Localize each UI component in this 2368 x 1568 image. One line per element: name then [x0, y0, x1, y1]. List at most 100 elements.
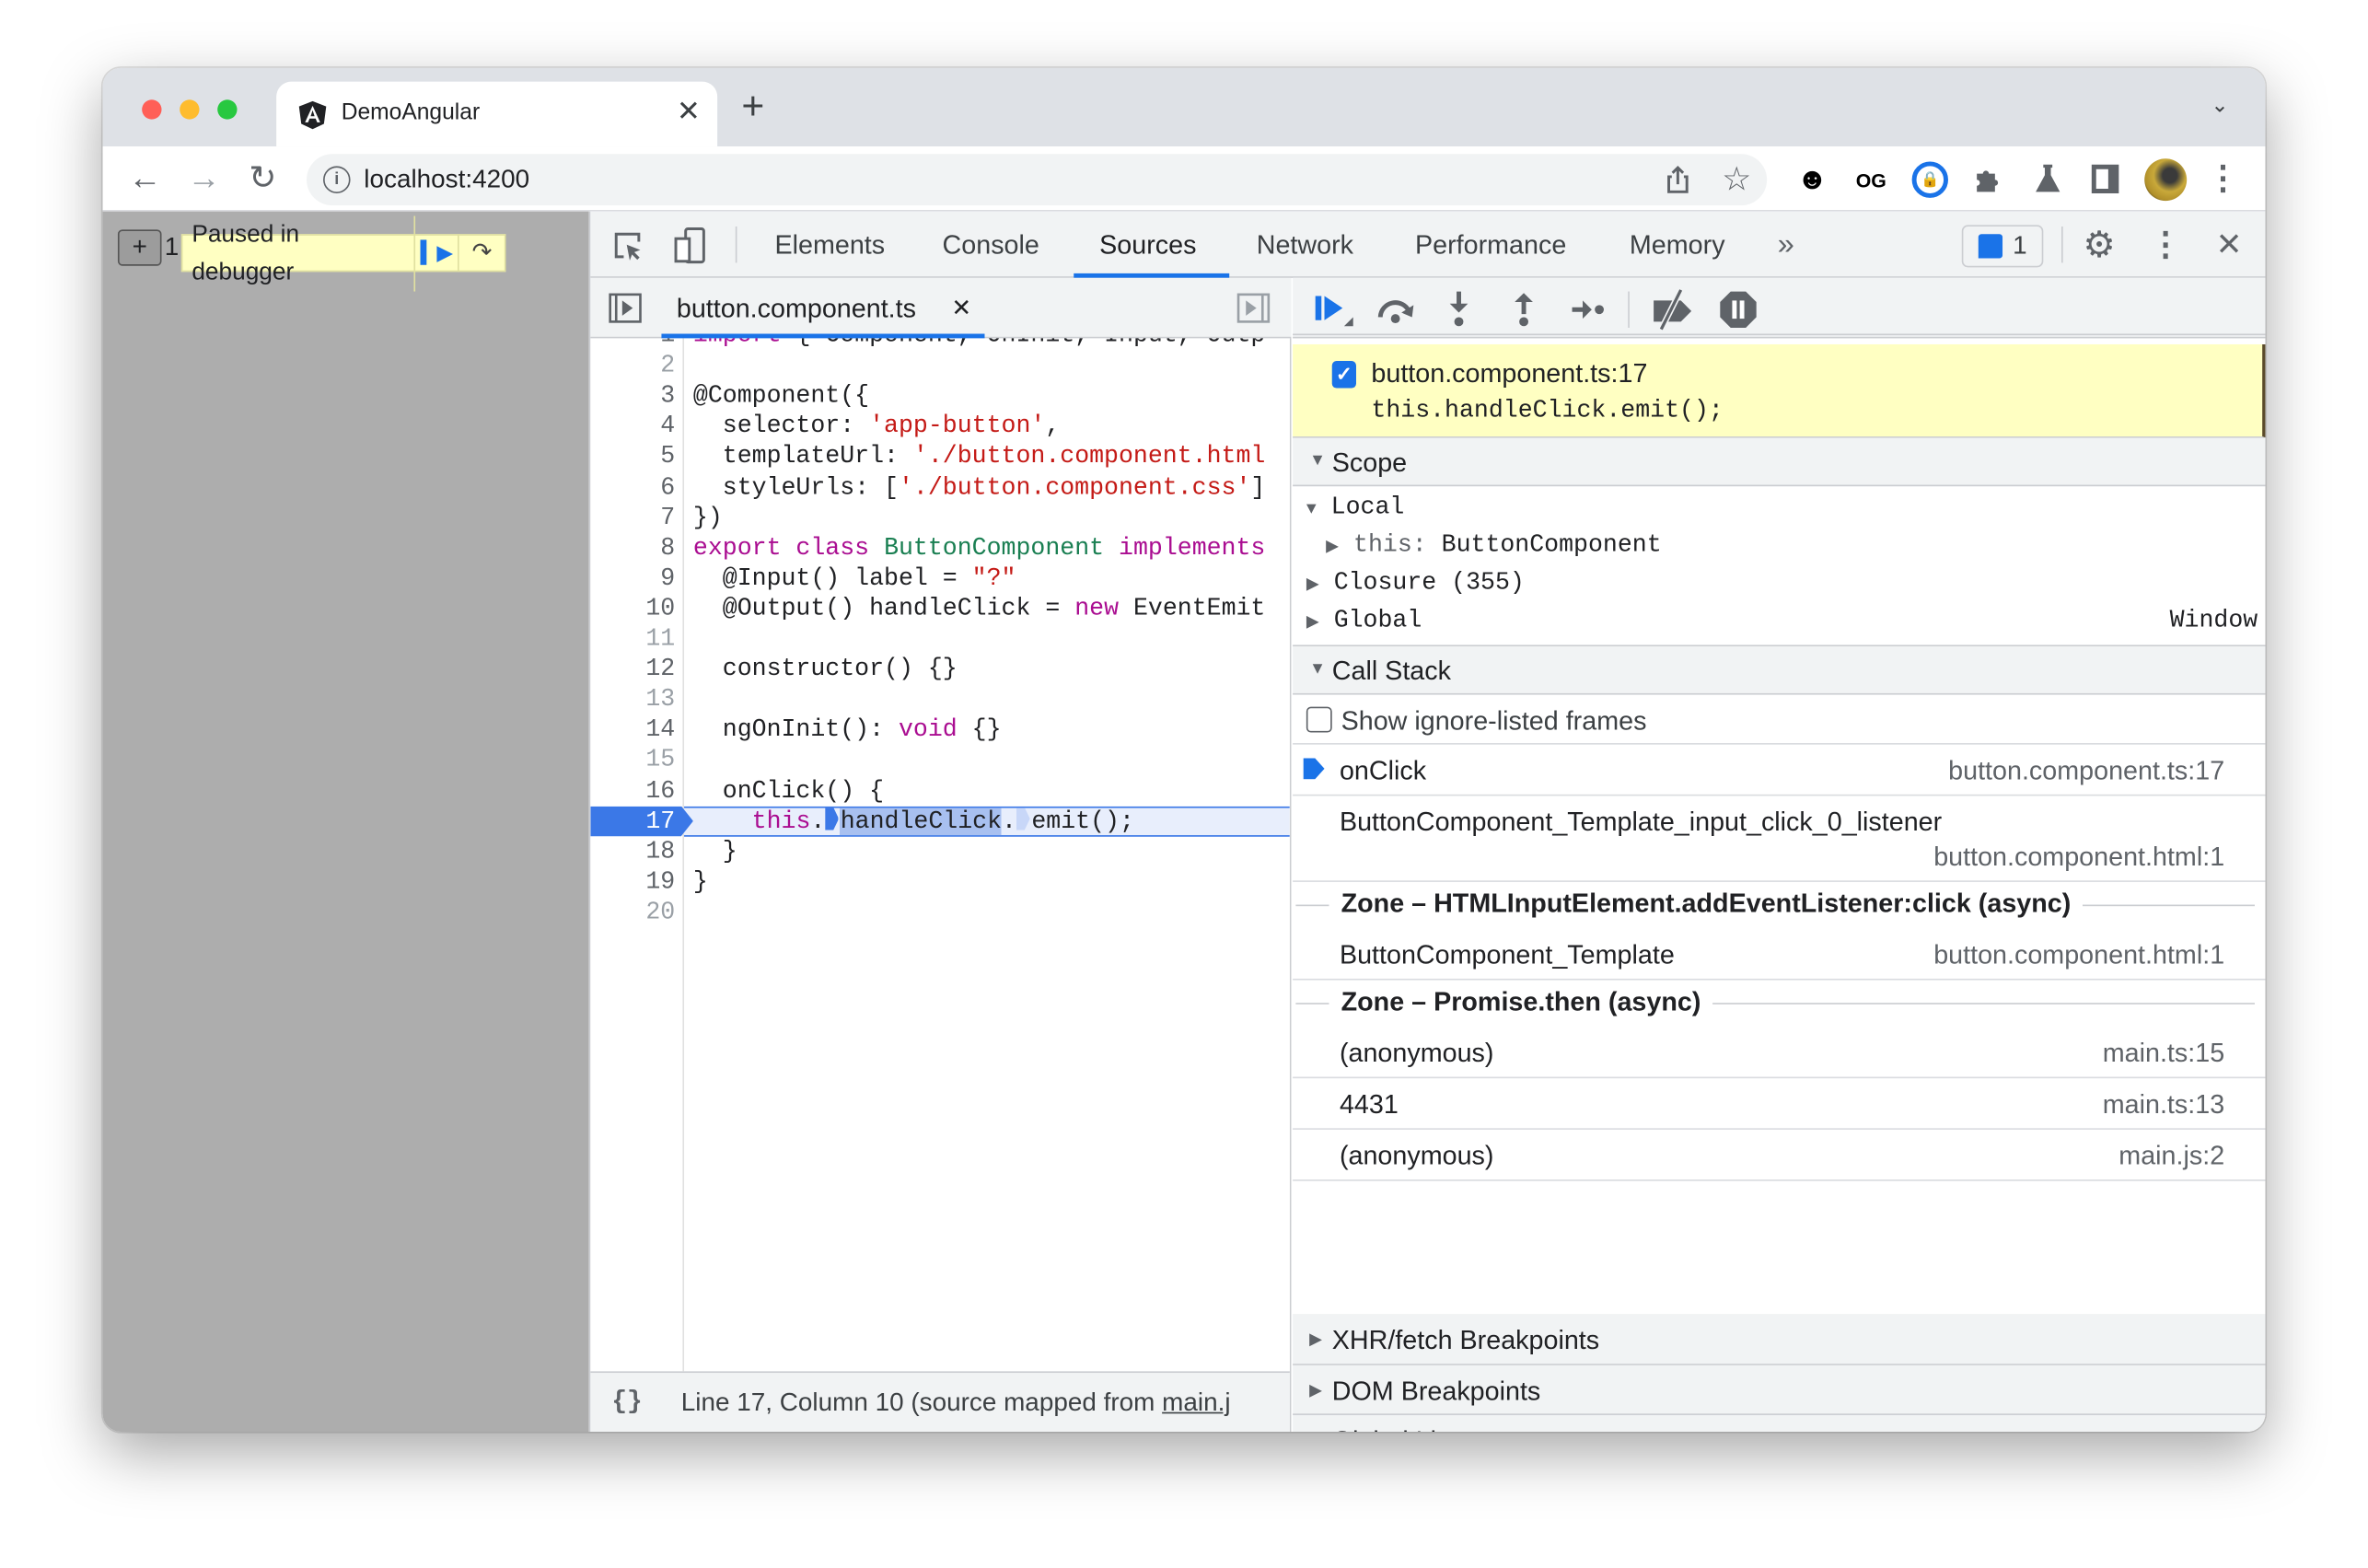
resume-icon[interactable]	[1314, 293, 1356, 329]
close-devtools-icon[interactable]: ✕	[2212, 225, 2246, 264]
inline-breakpoint-icon[interactable]	[825, 807, 840, 830]
minimize-window-button[interactable]	[180, 99, 200, 120]
back-arrow-icon[interactable]: ←	[127, 158, 163, 198]
reload-icon[interactable]: ↻	[245, 158, 281, 198]
share-icon[interactable]	[1665, 165, 1692, 195]
code-line[interactable]: 17 this. handleClick. emit();	[590, 806, 1290, 837]
overlay-resume-icon[interactable]: ▍▶	[415, 234, 460, 273]
code-line[interactable]: 16 onClick() {	[590, 775, 1289, 806]
code-line[interactable]: 5 templateUrl: './button.component.html	[590, 442, 1289, 472]
pretty-print-braces-icon[interactable]: {}	[611, 1373, 642, 1432]
line-number[interactable]: 2	[590, 351, 675, 381]
call-frame[interactable]: (anonymous) main.ts:15	[1293, 1027, 2266, 1079]
scope-section-header[interactable]: ▼ Scope	[1293, 437, 2266, 487]
code-line[interactable]: 14 ngOnInit(): void {}	[590, 714, 1289, 745]
code-line[interactable]: 9 @Input() label = "?"	[590, 563, 1289, 593]
toggle-debugger-sidebar-icon[interactable]	[1236, 293, 1271, 323]
extension-og-icon[interactable]: OG	[1853, 162, 1889, 198]
tab-performance[interactable]: Performance	[1415, 212, 1566, 278]
code-line[interactable]: 12 constructor() {}	[590, 654, 1289, 684]
line-number[interactable]: 14	[590, 714, 675, 745]
url-text[interactable]: localhost:4200	[364, 165, 529, 195]
line-number[interactable]: 10	[590, 593, 675, 623]
profile-avatar[interactable]	[2144, 158, 2188, 202]
step-over-icon[interactable]	[1376, 293, 1418, 326]
step-out-icon[interactable]	[1512, 290, 1536, 330]
code-line[interactable]: 19}	[590, 866, 1289, 897]
new-tab-button[interactable]: +	[741, 86, 764, 125]
extension-password-icon[interactable]: 🔒	[1911, 161, 1948, 198]
tab-sources[interactable]: Sources	[1099, 212, 1196, 278]
line-number[interactable]: 19	[590, 866, 675, 897]
show-ignore-listed-row[interactable]: Show ignore-listed frames	[1293, 695, 2266, 745]
scope-closure[interactable]: ▶ Closure (355)	[1306, 569, 1525, 597]
code-line[interactable]: 10 @Output() handleClick = new EventEmit	[590, 593, 1289, 623]
more-tabs-icon[interactable]: »	[1778, 212, 1794, 278]
maximize-window-button[interactable]	[217, 99, 238, 120]
extension-mask-icon[interactable]: ☻	[1794, 162, 1830, 198]
deactivate-breakpoints-icon[interactable]	[1651, 288, 1696, 331]
frame-location[interactable]: main.js:2	[2118, 1140, 2224, 1171]
line-number[interactable]: 20	[590, 897, 675, 927]
call-frame[interactable]: ButtonComponent_Template button.component…	[1293, 929, 2266, 981]
editor-tab-button-component-ts[interactable]: button.component.ts ✕	[661, 278, 985, 339]
settings-gear-icon[interactable]: ⚙	[2080, 225, 2119, 265]
address-bar[interactable]: i localhost:4200 ☆	[306, 154, 1768, 206]
bookmark-star-icon[interactable]: ☆	[1719, 160, 1755, 198]
collapsed-section-header[interactable]: ▶ DOM Breakpoints	[1293, 1365, 2266, 1416]
labs-flask-icon[interactable]	[2033, 163, 2063, 194]
line-number[interactable]: 1	[590, 338, 675, 350]
inspect-element-icon[interactable]	[611, 229, 644, 262]
frame-location[interactable]: main.ts:15	[2103, 1038, 2224, 1069]
tab-elements[interactable]: Elements	[774, 212, 885, 278]
tab-memory[interactable]: Memory	[1630, 212, 1725, 278]
source-map-link[interactable]: main.j	[1162, 1388, 1230, 1416]
code-line[interactable]: 11	[590, 623, 1289, 654]
call-frame[interactable]: ButtonComponent_Template_input_click_0_l…	[1293, 796, 2266, 882]
code-line[interactable]: 13	[590, 684, 1289, 714]
scope-this[interactable]: ▶ this: ButtonComponent	[1326, 531, 1661, 559]
close-editor-tab-icon[interactable]: ✕	[951, 293, 971, 323]
line-number[interactable]: 8	[590, 533, 675, 563]
code-line[interactable]: 15	[590, 745, 1289, 775]
scope-global[interactable]: ▶ Global	[1306, 607, 1422, 634]
code-line[interactable]: 6 styleUrls: ['./button.component.css']	[590, 472, 1289, 503]
line-number[interactable]: 5	[590, 442, 675, 472]
call-frame[interactable]: 4431 main.ts:13	[1293, 1078, 2266, 1130]
code-line[interactable]: 3 @Component({	[590, 381, 1289, 412]
call-frame[interactable]: onClick button.component.ts:17	[1293, 745, 2266, 796]
code-line[interactable]: 7})	[590, 503, 1289, 533]
code-line[interactable]: 4 selector: 'app-button',	[590, 412, 1289, 442]
frame-location[interactable]: main.ts:13	[2103, 1089, 2224, 1121]
close-tab-icon[interactable]: ✕	[677, 95, 701, 130]
step-into-icon[interactable]	[1446, 290, 1470, 330]
close-window-button[interactable]	[142, 99, 162, 120]
line-number[interactable]: 7	[590, 503, 675, 533]
call-stack-section-header[interactable]: ▼ Call Stack	[1293, 646, 2266, 695]
line-number[interactable]: 9	[590, 563, 675, 593]
pause-on-exceptions-icon[interactable]	[1719, 290, 1759, 330]
code-line[interactable]: 2	[590, 351, 1289, 381]
frame-location[interactable]: button.component.ts:17	[1948, 755, 2224, 786]
code-line[interactable]: 18 }	[590, 836, 1289, 866]
code-editor[interactable]: 1 import { Component, OnInit, Input, Outp…	[590, 338, 1290, 1372]
tab-network[interactable]: Network	[1257, 212, 1353, 278]
show-ignore-listed-checkbox[interactable]	[1306, 706, 1332, 733]
line-number[interactable]: 4	[590, 412, 675, 442]
code-line[interactable]: 1 import { Component, OnInit, Input, Outp	[590, 338, 1289, 350]
paused-location[interactable]: button.component.ts:17	[1371, 358, 1647, 389]
browser-tab[interactable]: DemoAngular ✕	[276, 81, 718, 147]
frame-location[interactable]: button.component.html:1	[1933, 939, 2224, 970]
collapsed-section-header[interactable]: ▶ Global Listeners	[1293, 1415, 2266, 1433]
code-line[interactable]: 20	[590, 897, 1289, 927]
device-toolbar-icon[interactable]	[674, 226, 707, 266]
issues-button[interactable]: 1	[1961, 225, 2044, 268]
line-number[interactable]: 6	[590, 472, 675, 503]
inline-breakpoint-icon[interactable]	[1016, 807, 1030, 830]
line-number[interactable]: 17	[590, 806, 675, 836]
line-number[interactable]: 18	[590, 836, 675, 866]
tab-search-chevron-down-icon[interactable]: ⌄	[2211, 92, 2228, 118]
call-frame[interactable]: (anonymous) main.js:2	[1293, 1130, 2266, 1181]
code-line[interactable]: 8 export class ButtonComponent implements	[590, 533, 1289, 563]
line-number[interactable]: 3	[590, 381, 675, 412]
